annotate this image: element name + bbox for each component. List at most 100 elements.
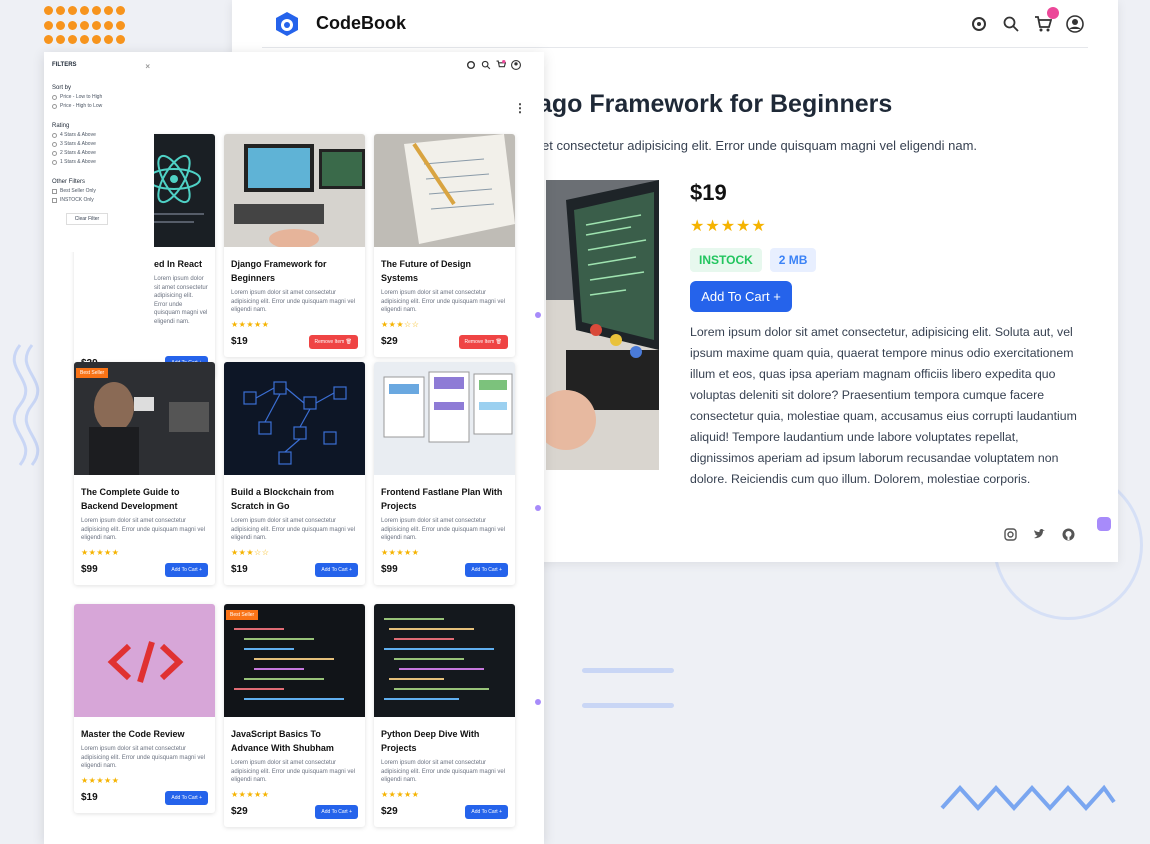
card-image: Best Seller [74, 362, 215, 475]
cart-button[interactable] [1034, 6, 1059, 33]
screenshot-stage: CodeBook ago Framework for Beginners et … [0, 0, 1150, 844]
clear-filter-button[interactable]: Clear Filter [66, 213, 108, 225]
add-to-cart-button[interactable]: Add To Cart + [165, 790, 208, 805]
more-options-icon[interactable]: ⋮ [514, 101, 526, 115]
product-card[interactable]: Master the Code Review Lorem ipsum dolor… [74, 604, 215, 813]
top-navbar: CodeBook [262, 0, 1088, 48]
wave-decoration [12, 344, 40, 466]
github-icon[interactable] [1062, 528, 1075, 541]
scroll-marker-dot [535, 699, 541, 705]
product-card[interactable]: Frontend Fastlane Plan With Projects Lor… [374, 362, 515, 585]
bestseller-badge: Best Seller [226, 610, 259, 620]
other-filters-label: Other Filters [52, 179, 86, 185]
card-price: $19 [81, 792, 98, 803]
card-description: Lorem ipsum dolor sit amet consectetur a… [231, 760, 356, 783]
rating-option-3[interactable]: 3 Stars & Above [52, 141, 146, 147]
card-title[interactable]: Build a Blockchain from Scratch in Go [224, 475, 365, 513]
card-price: $29 [381, 336, 398, 347]
card-price: $19 [231, 336, 248, 347]
best-seller-checkbox[interactable]: Best Seller Only [52, 188, 146, 194]
card-description: Lorem ipsum dolor sit amet consectetur a… [154, 276, 208, 325]
sort-option-low-high[interactable]: Price - Low to High [52, 94, 146, 100]
add-to-cart-button[interactable]: Add To Cart + [315, 562, 358, 577]
card-stars: ★★★☆☆ [381, 319, 420, 329]
card-image [224, 134, 365, 247]
codebook-logo-icon[interactable] [274, 11, 300, 37]
product-rating-stars: ★★★★★ [690, 218, 767, 235]
card-stars: ★★★★★ [231, 789, 270, 799]
rating-option-1[interactable]: 1 Stars & Above [52, 159, 146, 165]
product-card[interactable]: Best Seller The Complete Guide to Backen… [74, 362, 215, 585]
floating-widget-icon[interactable] [1097, 517, 1111, 531]
twitter-icon[interactable] [1033, 528, 1046, 541]
product-card[interactable]: Django Framework for Beginners Lorem ips… [224, 134, 365, 357]
card-title[interactable]: The Future of Design Systems [374, 247, 515, 285]
user-icon[interactable] [1066, 14, 1084, 33]
card-stars: ★★★☆☆ [231, 547, 270, 557]
bars-decoration [582, 668, 674, 738]
card-price: $29 [381, 806, 398, 817]
product-image [546, 180, 659, 470]
card-stars: ★★★★★ [81, 547, 120, 557]
sort-label: Sort by [52, 85, 72, 91]
filter-drawer: FILTERS × Sort by Price - Low to High Pri… [44, 52, 154, 252]
remove-item-button[interactable]: Remove Item 🗑 [308, 334, 358, 349]
gear-icon[interactable] [466, 60, 476, 70]
card-image [74, 604, 215, 717]
product-card[interactable]: Python Deep Dive With Projects Lorem ips… [374, 604, 515, 827]
card-image [374, 362, 515, 475]
card-title[interactable]: The Complete Guide to Backend Developmen… [74, 475, 215, 513]
instock-badge: INSTOCK [690, 248, 762, 272]
card-stars: ★★★★★ [81, 775, 120, 785]
remove-item-button[interactable]: Remove Item 🗑 [458, 334, 508, 349]
card-image [374, 604, 515, 717]
add-to-cart-button[interactable]: Add To Cart + [690, 281, 792, 312]
add-to-cart-button[interactable]: Add To Cart + [465, 804, 508, 819]
gear-icon[interactable] [970, 15, 988, 33]
card-image [374, 134, 515, 247]
product-price: $19 [690, 180, 727, 205]
card-title[interactable]: JavaScript Basics To Advance With Shubha… [224, 717, 365, 755]
card-title[interactable]: Django Framework for Beginners [224, 247, 365, 285]
instock-checkbox[interactable]: INSTOCK Only [52, 197, 146, 203]
card-description: Lorem ipsum dolor sit amet consectetur a… [81, 518, 206, 541]
card-stars: ★★★★★ [231, 319, 270, 329]
product-card[interactable]: Build a Blockchain from Scratch in Go Lo… [224, 362, 365, 585]
card-title[interactable]: Frontend Fastlane Plan With Projects [374, 475, 515, 513]
rating-option-4[interactable]: 4 Stars & Above [52, 132, 146, 138]
card-description: Lorem ipsum dolor sit amet consectetur a… [81, 746, 206, 769]
instagram-icon[interactable] [1004, 528, 1017, 541]
card-image: Best Seller [224, 604, 365, 717]
orange-dot-pattern [44, 6, 126, 48]
search-icon[interactable] [481, 60, 491, 70]
card-price: $29 [231, 806, 248, 817]
card-price: $99 [81, 564, 98, 575]
filter-heading: FILTERS [52, 62, 77, 68]
card-stars: ★★★★★ [381, 547, 420, 557]
add-to-cart-button[interactable]: Add To Cart + [465, 562, 508, 577]
card-description: Lorem ipsum dolor sit amet consectetur a… [381, 518, 506, 541]
user-icon[interactable] [511, 60, 521, 70]
search-icon[interactable] [1002, 15, 1020, 33]
brand-name[interactable]: CodeBook [316, 13, 406, 34]
product-title: ago Framework for Beginners [538, 90, 893, 118]
add-to-cart-button[interactable]: Add To Cart + [315, 804, 358, 819]
add-to-cart-button[interactable]: Add To Cart + [165, 562, 208, 577]
cart-badge [1047, 6, 1059, 19]
cart-icon[interactable] [496, 60, 506, 70]
bestseller-badge: Best Seller [76, 368, 109, 378]
card-stars: ★★★★★ [381, 789, 420, 799]
card-image [224, 362, 365, 475]
card-title[interactable]: Master the Code Review [74, 717, 215, 741]
sort-option-high-low[interactable]: Price - High to Low [52, 103, 146, 109]
card-title[interactable]: Python Deep Dive With Projects [374, 717, 515, 755]
product-card[interactable]: Best Seller JavaScript Basics To Advance… [224, 604, 365, 827]
card-price: $19 [231, 564, 248, 575]
card-price: $99 [381, 564, 398, 575]
scroll-marker-dot [535, 505, 541, 511]
products-window: ⋮ FILTERS × Sort by Price - Low to High P… [44, 52, 544, 844]
product-card[interactable]: The Future of Design Systems Lorem ipsum… [374, 134, 515, 357]
zigzag-decoration [940, 784, 1116, 811]
rating-option-2[interactable]: 2 Stars & Above [52, 150, 146, 156]
close-icon[interactable]: × [145, 62, 150, 71]
